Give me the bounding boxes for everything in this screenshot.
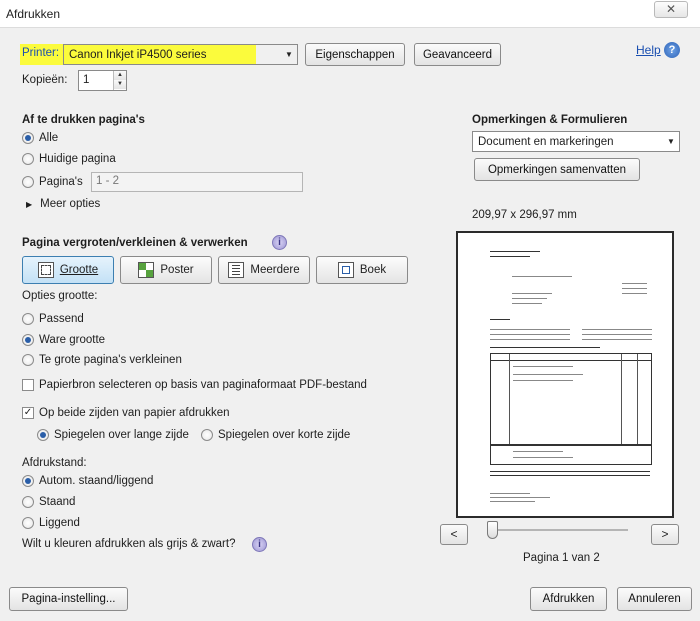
multiple-button-label: Meerdere — [250, 264, 300, 276]
radio-dot[interactable] — [22, 132, 34, 144]
multiple-pages-icon — [228, 262, 245, 278]
print-preview — [456, 231, 674, 518]
triangle-right-icon: ▶ — [26, 199, 33, 209]
radio-dot[interactable] — [22, 176, 34, 188]
size-button[interactable]: Grootte — [22, 256, 114, 284]
radio-current-label: Huidige pagina — [39, 153, 116, 165]
page-range-input[interactable]: 1 - 2 — [91, 172, 303, 192]
poster-button-label: Poster — [160, 264, 194, 276]
radio-dot[interactable] — [22, 354, 34, 366]
advanced-button[interactable]: Geavanceerd — [414, 43, 501, 66]
book-button[interactable]: Boek — [316, 256, 408, 284]
book-button-label: Boek — [359, 264, 387, 276]
page-indicator: Pagina 1 van 2 — [523, 552, 600, 564]
stepper-up-icon[interactable]: ▲ — [114, 71, 126, 80]
poster-icon — [138, 262, 155, 278]
radio-current-page[interactable]: Huidige pagina — [22, 153, 116, 165]
grayscale-question: Wilt u kleuren afdrukken als grijs & zwa… — [22, 538, 236, 550]
size-icon — [37, 262, 54, 278]
printer-select-value: Canon Inkjet iP4500 series — [69, 48, 207, 61]
properties-button[interactable]: Eigenschappen — [305, 43, 405, 66]
comments-select-value: Document en markeringen — [478, 135, 614, 148]
copies-stepper[interactable]: 1 ▲ ▼ — [78, 70, 127, 91]
duplex-checkbox[interactable]: ✓ Op beide zijden van papier afdrukken — [22, 407, 230, 419]
cancel-button[interactable]: Annuleren — [617, 587, 692, 611]
preview-page — [472, 241, 660, 511]
page-slider-track[interactable] — [491, 529, 628, 531]
size-options-label: Opties grootte: — [22, 290, 98, 302]
duplex-label: Op beide zijden van papier afdrukken — [39, 407, 230, 419]
copies-value: 1 — [83, 74, 90, 86]
scaling-section-title: Pagina vergroten/verkleinen & verwerken — [22, 237, 248, 249]
book-icon — [337, 262, 354, 278]
summarize-comments-button[interactable]: Opmerkingen samenvatten — [474, 158, 640, 181]
radio-pages[interactable]: Pagina's — [22, 176, 83, 188]
radio-dot[interactable] — [22, 517, 34, 529]
radio-fit[interactable]: Passend — [22, 313, 84, 325]
preview-totals — [490, 445, 652, 465]
next-page-button[interactable]: > — [651, 524, 679, 545]
checkbox-box[interactable]: ✓ — [22, 407, 34, 419]
radio-dot[interactable] — [37, 429, 49, 441]
more-options-toggle[interactable]: ▶ Meer opties — [26, 198, 100, 210]
previous-page-button[interactable]: < — [440, 524, 468, 545]
help-link[interactable]: Help — [636, 43, 661, 57]
help-icon[interactable]: ? — [664, 42, 680, 58]
close-button[interactable]: ✕ — [654, 1, 688, 18]
comments-select[interactable]: Document en markeringen ▼ — [472, 131, 680, 152]
radio-dot[interactable] — [22, 153, 34, 165]
radio-actual-size[interactable]: Ware grootte — [22, 334, 105, 346]
window-title: Afdrukken — [6, 7, 61, 21]
radio-dot[interactable] — [22, 475, 34, 487]
multiple-button[interactable]: Meerdere — [218, 256, 310, 284]
radio-dot[interactable] — [22, 334, 34, 346]
more-options-label: Meer opties — [40, 198, 101, 210]
radio-actual-label: Ware grootte — [39, 334, 106, 346]
info-icon[interactable]: i — [272, 235, 287, 250]
stepper-arrows[interactable]: ▲ ▼ — [113, 71, 126, 90]
pages-section-title: Af te drukken pagina's — [22, 114, 145, 126]
page-size-text: 209,97 x 296,97 mm — [472, 209, 577, 221]
radio-flip-long[interactable]: Spiegelen over lange zijde — [37, 429, 189, 441]
title-bar: Afdrukken ✕ — [0, 0, 700, 28]
radio-dot[interactable] — [22, 313, 34, 325]
checkbox-box[interactable] — [22, 379, 34, 391]
page-slider-thumb[interactable] — [487, 521, 498, 539]
radio-shrink[interactable]: Te grote pagina's verkleinen — [22, 354, 182, 366]
radio-flip-short[interactable]: Spiegelen over korte zijde — [201, 429, 350, 441]
print-button[interactable]: Afdrukken — [530, 587, 607, 611]
chevron-down-icon: ▼ — [285, 50, 293, 59]
size-button-label: Grootte — [59, 264, 99, 276]
copies-label: Kopieën: — [22, 74, 68, 86]
printer-label: Printer: — [22, 47, 60, 59]
stepper-down-icon[interactable]: ▼ — [114, 80, 126, 89]
orientation-label: Afdrukstand: — [22, 457, 87, 469]
radio-dot[interactable] — [201, 429, 213, 441]
radio-auto-label: Autom. staand/liggend — [39, 475, 154, 487]
paper-source-label: Papierbron selecteren op basis van pagin… — [39, 379, 367, 391]
radio-all-label: Alle — [39, 132, 59, 144]
radio-landscape-label: Liggend — [39, 517, 80, 529]
printer-select[interactable]: Canon Inkjet iP4500 series ▼ — [63, 44, 298, 65]
radio-portrait-label: Staand — [39, 496, 76, 508]
radio-flip-long-label: Spiegelen over lange zijde — [54, 429, 189, 441]
radio-shrink-label: Te grote pagina's verkleinen — [39, 354, 182, 366]
paper-source-checkbox[interactable]: Papierbron selecteren op basis van pagin… — [22, 379, 367, 391]
radio-portrait[interactable]: Staand — [22, 496, 75, 508]
page-setup-button[interactable]: Pagina-instelling... — [9, 587, 128, 611]
poster-button[interactable]: Poster — [120, 256, 212, 284]
radio-landscape[interactable]: Liggend — [22, 517, 80, 529]
radio-pages-label: Pagina's — [39, 176, 83, 188]
chevron-down-icon: ▼ — [667, 137, 675, 146]
radio-dot[interactable] — [22, 496, 34, 508]
comments-section-title: Opmerkingen & Formulieren — [472, 114, 628, 126]
radio-all[interactable]: Alle — [22, 132, 58, 144]
radio-fit-label: Passend — [39, 313, 84, 325]
radio-auto-orientation[interactable]: Autom. staand/liggend — [22, 475, 153, 487]
info-icon[interactable]: i — [252, 537, 267, 552]
radio-flip-short-label: Spiegelen over korte zijde — [218, 429, 351, 441]
preview-table — [490, 353, 652, 445]
